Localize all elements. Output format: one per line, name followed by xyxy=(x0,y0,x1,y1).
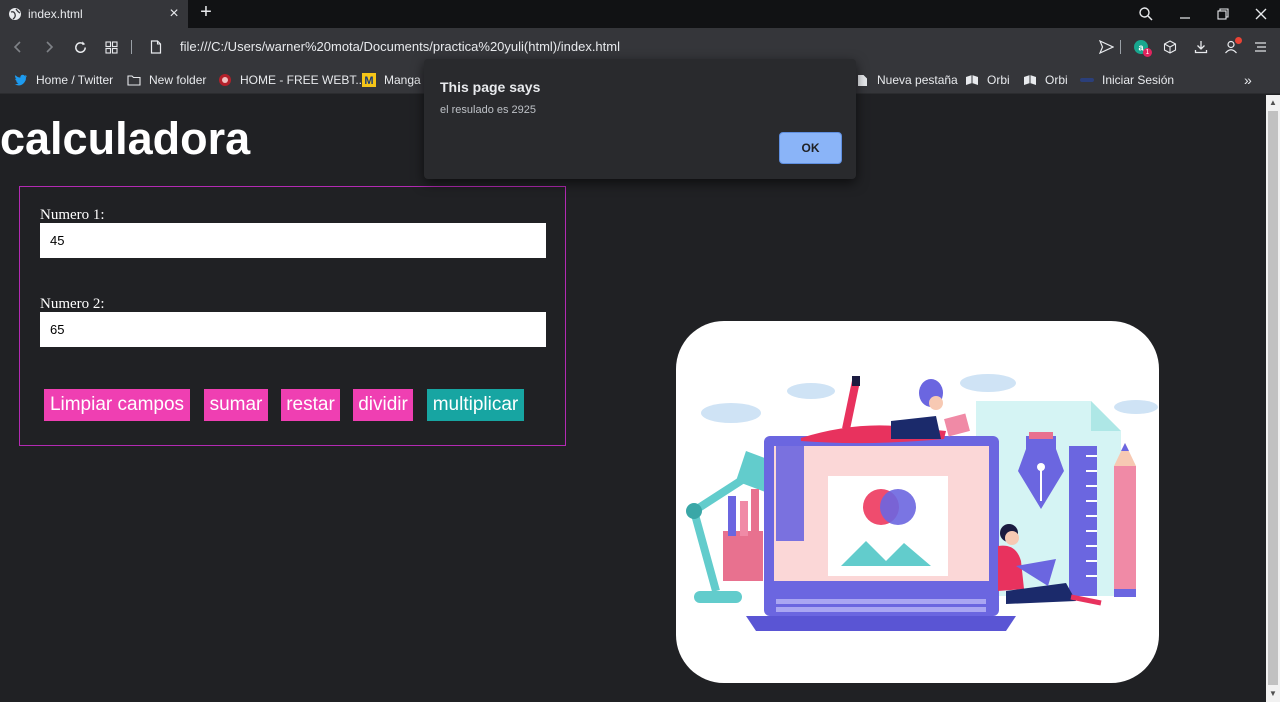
folder-icon xyxy=(127,73,141,87)
number1-input[interactable] xyxy=(40,223,546,258)
extension-badge: 1 xyxy=(1143,48,1152,57)
bookmark-label: Orbi xyxy=(1045,73,1068,87)
bookmark-twitter[interactable]: Home / Twitter xyxy=(14,66,113,94)
bookmark-free-webtoon[interactable]: HOME - FREE WEBT... xyxy=(218,66,365,94)
menu-icon[interactable] xyxy=(1250,37,1270,57)
tab-strip: index.html × + xyxy=(0,0,1280,28)
back-icon[interactable] xyxy=(8,37,28,57)
dialog-ok-button[interactable]: OK xyxy=(779,132,842,164)
multiply-button[interactable]: multiplicar xyxy=(427,389,524,421)
orbi-icon xyxy=(965,73,979,87)
twitter-icon xyxy=(14,73,28,87)
page-content: calculadora Numero 1: Numero 2: Limpiar … xyxy=(0,95,1266,702)
number2-input[interactable] xyxy=(40,312,546,347)
dialog-title: This page says xyxy=(440,79,541,95)
download-icon[interactable] xyxy=(1191,37,1211,57)
bookmark-label: New folder xyxy=(149,73,207,87)
clear-fields-button[interactable]: Limpiar campos xyxy=(44,389,190,421)
illustration-graphic xyxy=(686,374,1158,631)
add-button[interactable]: sumar xyxy=(204,389,268,421)
toolbar-separator xyxy=(131,40,132,54)
toolbar-separator-right xyxy=(1120,40,1121,54)
extension-icon[interactable]: a 1 xyxy=(1131,37,1152,57)
bookmark-orbi-2[interactable]: Orbi xyxy=(1023,66,1068,94)
file-page-icon[interactable] xyxy=(146,37,166,57)
profile-icon[interactable] xyxy=(1221,37,1242,57)
more-bookmarks-icon[interactable]: » xyxy=(1244,72,1252,88)
profile-alert-dot xyxy=(1235,37,1242,44)
browser-tab[interactable]: index.html × xyxy=(0,0,188,28)
bookmark-nueva-pestana[interactable]: Nueva pestaña xyxy=(855,66,958,94)
bookmark-label: Manga xyxy=(384,73,421,87)
number1-label: Numero 1: xyxy=(40,207,105,223)
dialog-message: el resulado es 2925 xyxy=(440,104,537,116)
bookmark-label: Iniciar Sesión xyxy=(1102,73,1175,87)
new-tab-button[interactable]: + xyxy=(196,2,216,24)
bookmark-label: Orbi xyxy=(987,73,1010,87)
bookmark-manga[interactable]: M Manga xyxy=(362,66,421,94)
minimize-icon[interactable] xyxy=(1166,0,1204,28)
login-icon xyxy=(1080,73,1094,87)
restore-icon[interactable] xyxy=(1204,0,1242,28)
calculator-form: Numero 1: Numero 2: Limpiar campos sumar… xyxy=(19,186,566,446)
page-title: calculadora xyxy=(0,113,251,164)
orbi-icon xyxy=(1023,73,1037,87)
speed-dial-icon[interactable] xyxy=(101,37,121,57)
vertical-scrollbar[interactable]: ▲ ▼ xyxy=(1266,95,1280,702)
scroll-up-arrow-icon[interactable]: ▲ xyxy=(1269,99,1277,107)
scrollbar-thumb[interactable] xyxy=(1268,111,1278,685)
svg-text:M: M xyxy=(364,75,373,87)
scroll-down-arrow-icon[interactable]: ▼ xyxy=(1269,690,1277,698)
close-window-icon[interactable] xyxy=(1242,0,1280,28)
bookmark-new-folder[interactable]: New folder xyxy=(127,66,206,94)
bookmark-label: Home / Twitter xyxy=(36,73,114,87)
page-icon xyxy=(855,73,869,87)
bookmark-label: HOME - FREE WEBT... xyxy=(240,73,366,87)
reload-icon[interactable] xyxy=(70,37,90,57)
send-icon[interactable] xyxy=(1096,37,1116,57)
tab-close-icon[interactable]: × xyxy=(164,6,184,22)
forward-icon[interactable] xyxy=(39,37,59,57)
divide-button[interactable]: dividir xyxy=(353,389,413,421)
tab-title: index.html xyxy=(28,7,83,21)
bookmark-orbi-1[interactable]: Orbi xyxy=(965,66,1010,94)
subtract-button[interactable]: restar xyxy=(281,389,340,421)
bookmark-iniciar-sesion[interactable]: Iniciar Sesión xyxy=(1080,66,1174,94)
illustration-image xyxy=(676,321,1159,683)
globe-icon xyxy=(9,8,21,20)
cube-icon[interactable] xyxy=(1160,37,1180,57)
address-bar[interactable]: file:///C:/Users/warner%20mota/Documents… xyxy=(180,39,620,54)
search-tabs-icon[interactable] xyxy=(1127,0,1165,28)
bookmark-label: Nueva pestaña xyxy=(877,73,958,87)
site-icon xyxy=(218,73,232,87)
alert-dialog: This page says el resulado es 2925 OK xyxy=(424,59,856,179)
manga-icon: M xyxy=(362,73,376,87)
number2-label: Numero 2: xyxy=(40,296,105,312)
